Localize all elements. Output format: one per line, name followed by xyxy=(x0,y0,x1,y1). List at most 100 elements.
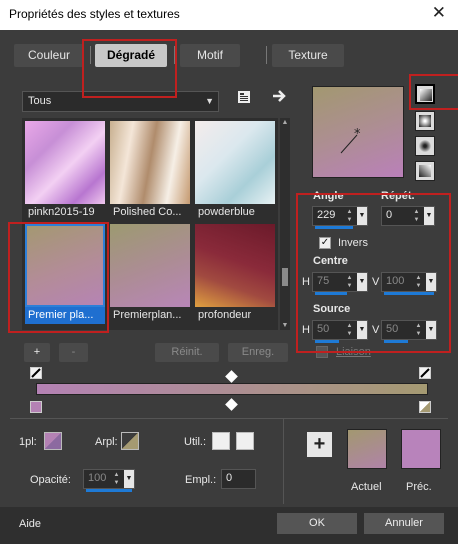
source-h-slider-fill[interactable] xyxy=(315,340,339,343)
top-stop-marker-right[interactable] xyxy=(419,367,431,379)
arrow-right-icon[interactable] xyxy=(271,88,287,108)
ok-button[interactable]: OK xyxy=(277,513,357,534)
divider xyxy=(283,418,284,504)
center-h-spinner[interactable]: 75 ▲ ▼ ▼ xyxy=(312,272,368,295)
angle-handle-icon: * xyxy=(340,127,361,154)
foreground-swatch[interactable] xyxy=(44,432,62,450)
tab-couleur[interactable]: Couleur xyxy=(14,44,84,67)
gradient-editor-bar[interactable] xyxy=(36,383,428,395)
tab-separator xyxy=(90,46,91,64)
save-gradient-button[interactable]: Enreg. xyxy=(228,343,288,362)
current-label: Actuel xyxy=(351,481,382,493)
center-h-slider-fill[interactable] xyxy=(315,292,347,295)
reset-button[interactable]: Réinit. xyxy=(155,343,219,362)
help-link[interactable]: Aide xyxy=(19,518,41,530)
close-icon[interactable]: ✕ xyxy=(432,3,446,23)
repeat-label: Répét. xyxy=(381,190,415,202)
gradient-item-selected[interactable]: Premier pla... xyxy=(25,224,105,324)
chevron-down-icon[interactable]: ▼ xyxy=(124,470,134,488)
footer-bar: Aide OK Annuler xyxy=(0,507,458,544)
gradient-list: pinkn2015-19 Polished Co... powderblue P… xyxy=(22,118,278,330)
location-input[interactable]: 0 xyxy=(221,469,256,489)
svg-text:*: * xyxy=(354,127,361,142)
spinner-updown-icon[interactable]: ▲ ▼ xyxy=(345,274,354,290)
color-stop-right[interactable] xyxy=(419,401,431,413)
gradient-preview[interactable]: * xyxy=(312,86,404,178)
chevron-down-icon[interactable]: ▼ xyxy=(426,321,436,339)
angle-spinner[interactable]: 229 ▲ ▼ ▼ xyxy=(312,206,368,229)
source-h-spinner[interactable]: 50 ▲ ▼ ▼ xyxy=(312,320,368,343)
radial-style-button[interactable] xyxy=(415,136,435,156)
source-v-slider-fill[interactable] xyxy=(384,340,408,343)
spinner-updown-icon[interactable]: ▲ ▼ xyxy=(414,274,423,290)
top-stop-marker-left[interactable] xyxy=(30,367,42,379)
scroll-up-icon[interactable]: ▲ xyxy=(280,119,290,126)
color-stop-left[interactable] xyxy=(30,401,42,413)
radial-gradient-icon xyxy=(419,140,431,152)
background-label: Arpl: xyxy=(95,436,118,448)
chevron-down-icon[interactable]: ▼ xyxy=(424,207,434,225)
angle-slider-fill[interactable] xyxy=(315,226,353,229)
remove-gradient-button[interactable]: - xyxy=(59,343,88,362)
category-select[interactable]: Tous ▼ xyxy=(22,91,219,112)
background-swatch[interactable] xyxy=(121,432,139,450)
midpoint-marker-top[interactable] xyxy=(225,370,238,383)
palette-menu-icon[interactable] xyxy=(236,89,252,109)
chevron-down-icon[interactable]: ▼ xyxy=(357,273,367,291)
tab-separator xyxy=(174,46,175,64)
link-checkbox[interactable] xyxy=(316,346,328,358)
chevron-down-icon[interactable]: ▼ xyxy=(357,207,367,225)
used-color-swatch[interactable] xyxy=(236,432,254,450)
opacity-spinner[interactable]: 100 ▲ ▼ ▼ xyxy=(83,469,135,492)
invert-checkbox[interactable]: ✓ xyxy=(319,237,331,249)
gradient-label: Premier pla... xyxy=(25,307,105,324)
source-h-label: H xyxy=(302,324,310,336)
gradient-item[interactable]: profondeur xyxy=(195,224,275,324)
opacity-slider-fill[interactable] xyxy=(86,489,132,492)
gradient-swatch xyxy=(110,121,190,204)
repeat-spinner[interactable]: 0 ▲ ▼ ▼ xyxy=(381,206,435,226)
source-v-spinner[interactable]: 50 ▲ ▼ ▼ xyxy=(381,320,437,343)
gradient-item[interactable]: powderblue xyxy=(195,121,275,221)
spinner-updown-icon[interactable]: ▲ ▼ xyxy=(112,471,121,487)
tab-separator xyxy=(266,46,267,64)
link-label: Liaison xyxy=(336,346,371,358)
previous-swatch[interactable] xyxy=(401,429,441,469)
spinner-updown-icon[interactable]: ▲ ▼ xyxy=(345,322,354,338)
gradient-swatch xyxy=(25,121,105,204)
tab-texture[interactable]: Texture xyxy=(272,44,344,67)
rectangular-style-button[interactable] xyxy=(415,111,435,131)
chevron-down-icon[interactable]: ▼ xyxy=(426,273,436,291)
used-color-swatch[interactable] xyxy=(212,432,230,450)
center-h-value: 75 xyxy=(317,275,330,287)
gradient-item[interactable]: pinkn2015-19 xyxy=(25,121,105,221)
midpoint-marker-bottom[interactable] xyxy=(225,398,238,411)
tab-motif[interactable]: Motif xyxy=(180,44,240,67)
gradient-list-scrollbar[interactable]: ▲ ▼ xyxy=(280,118,290,330)
spinner-updown-icon[interactable]: ▲ ▼ xyxy=(414,322,423,338)
center-v-slider-fill[interactable] xyxy=(384,292,434,295)
cancel-button[interactable]: Annuler xyxy=(364,513,444,534)
spinner-updown-icon[interactable]: ▲ ▼ xyxy=(412,208,421,224)
gradient-item[interactable]: Premierplan... xyxy=(110,224,190,324)
scroll-down-icon[interactable]: ▼ xyxy=(280,322,290,329)
add-to-swatches-button[interactable]: + xyxy=(307,432,332,457)
tab-degrade[interactable]: Dégradé xyxy=(95,44,167,67)
add-gradient-button[interactable]: + xyxy=(24,343,50,362)
source-v-label: V xyxy=(372,324,380,336)
gradient-item[interactable]: Polished Co... xyxy=(110,121,190,221)
source-label: Source xyxy=(313,303,351,315)
location-value: 0 xyxy=(226,472,233,484)
sunburst-style-button[interactable] xyxy=(415,161,435,181)
scrollbar-thumb[interactable] xyxy=(282,268,288,286)
window-title: Propriétés des styles et textures xyxy=(9,7,180,21)
spinner-updown-icon[interactable]: ▲ ▼ xyxy=(345,208,354,224)
linear-style-button[interactable] xyxy=(415,84,435,104)
center-v-spinner[interactable]: 100 ▲ ▼ ▼ xyxy=(381,272,437,295)
gradient-label: Polished Co... xyxy=(113,206,182,218)
rectangular-gradient-icon xyxy=(419,115,431,127)
gradient-swatch xyxy=(195,121,275,204)
divider xyxy=(10,418,448,419)
chevron-down-icon[interactable]: ▼ xyxy=(357,321,367,339)
center-v-label: V xyxy=(372,276,380,288)
